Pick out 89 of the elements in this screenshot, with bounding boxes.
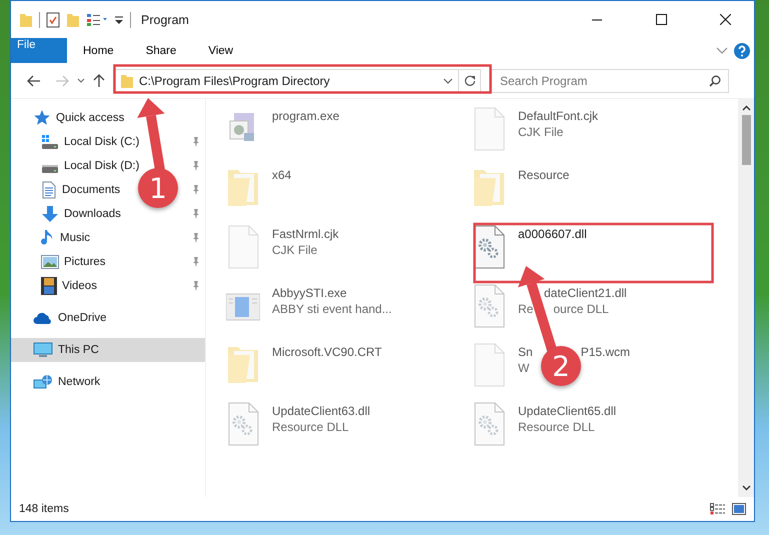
help-icon[interactable]: [734, 42, 750, 58]
view-options-icon[interactable]: [86, 12, 108, 26]
file-type[interactable]: Resource DLL: [518, 420, 595, 434]
pin-icon[interactable]: [191, 136, 201, 148]
gear-file-icon: [472, 284, 506, 328]
maximize-icon: [656, 14, 666, 25]
nav-item[interactable]: OneDrive: [11, 309, 107, 327]
nav-item[interactable]: This PC: [11, 338, 205, 362]
blank-file-icon: [472, 107, 506, 151]
up-arrow-icon: [93, 74, 105, 88]
pin-icon[interactable]: [191, 208, 201, 220]
file-type[interactable]: Resource DLL: [272, 420, 349, 434]
back-arrow-icon: [27, 74, 41, 86]
nav-item[interactable]: Videos: [11, 277, 97, 295]
nav-item[interactable]: Local Disk (C:): [11, 133, 140, 151]
drive-icon: [41, 134, 59, 150]
file-name[interactable]: UpdateClient63.dll: [272, 404, 370, 418]
ribbon-tab[interactable]: Home: [67, 38, 130, 63]
ribbon-tab[interactable]: View: [192, 38, 250, 63]
address-bar[interactable]: C:\Program Files\Program Directory: [113, 68, 481, 92]
pin-icon[interactable]: [191, 256, 201, 268]
document-icon: [41, 181, 57, 199]
file-type[interactable]: ource DLL: [553, 302, 609, 316]
nav-item[interactable]: Downloads: [11, 205, 121, 223]
item-count: 148 items: [19, 503, 69, 515]
file-type[interactable]: ABBY sti event hand...: [272, 302, 392, 316]
film-strip-icon: [41, 277, 57, 295]
properties-icon[interactable]: [46, 12, 60, 28]
file-name[interactable]: x64: [272, 168, 292, 182]
refresh-icon: [464, 74, 476, 86]
scroll-down-icon[interactable]: [742, 485, 750, 491]
close-icon: [720, 14, 730, 25]
file-name[interactable]: FastNrml.cjk: [272, 227, 339, 241]
landscape-icon: [41, 255, 59, 269]
address-path: C:\Program Files\Program Directory: [139, 74, 331, 88]
down-arrow-icon: [41, 205, 59, 223]
star-icon: [33, 109, 51, 127]
file-name[interactable]: a0006607.dll: [518, 227, 587, 241]
window-title: Program: [141, 12, 189, 26]
scroll-up-icon[interactable]: [742, 105, 750, 111]
details-view-icon[interactable]: [710, 503, 726, 515]
blank-file-icon: [472, 343, 506, 387]
customize-toolbar-icon[interactable]: [114, 14, 124, 26]
file-menu-button[interactable]: File: [11, 38, 67, 63]
file-type[interactable]: CJK File: [272, 243, 318, 257]
scroll-bar[interactable]: [738, 99, 754, 497]
file-type[interactable]: W: [518, 361, 530, 375]
search-icon: [709, 74, 721, 86]
gear-file-icon: [226, 402, 260, 446]
nav-item[interactable]: Local Disk (D:): [11, 157, 140, 175]
pin-icon[interactable]: [191, 160, 201, 172]
file-type[interactable]: Re: [518, 302, 534, 316]
file-name[interactable]: Sn: [518, 345, 533, 359]
search-field[interactable]: Search Program: [491, 68, 729, 92]
nav-item[interactable]: Music: [11, 229, 90, 247]
drive-icon: [41, 165, 59, 173]
caret-icon: [77, 78, 85, 84]
file-name[interactable]: program.exe: [272, 109, 340, 123]
file-name[interactable]: AbbyySTI.exe: [272, 286, 347, 300]
large-icons-view-icon[interactable]: [732, 503, 746, 515]
nav-item[interactable]: Pictures: [11, 253, 106, 271]
file-name[interactable]: dateClient21.dll: [544, 286, 627, 300]
folder-icon[interactable]: [19, 12, 33, 28]
cloud-icon: [33, 312, 53, 324]
dropdown-icon[interactable]: [443, 78, 453, 84]
minimize-icon: [592, 18, 602, 20]
file-type[interactable]: CJK File: [518, 125, 564, 139]
file-name[interactable]: UpdateClient65.dll: [518, 404, 616, 418]
file-name[interactable]: Microsoft.VC90.CRT: [272, 345, 382, 359]
music-note-icon: [41, 229, 55, 247]
pin-icon[interactable]: [191, 280, 201, 292]
file-name[interactable]: P15.wcm: [580, 345, 630, 359]
monitor-icon: [33, 342, 53, 358]
scroll-thumb[interactable]: [742, 115, 750, 165]
nav-item[interactable]: Quick access: [11, 109, 124, 127]
nav-item[interactable]: Network: [11, 373, 100, 391]
network-icon: [33, 374, 53, 390]
folder-icon: [120, 72, 134, 88]
ribbon-tab[interactable]: Share: [130, 38, 192, 63]
expand-ribbon-icon[interactable]: [716, 46, 728, 54]
pin-icon[interactable]: [191, 232, 201, 244]
gear-file-icon: [472, 402, 506, 446]
new-folder-icon[interactable]: [66, 12, 80, 28]
file-name[interactable]: Resource: [518, 168, 570, 182]
file-name[interactable]: DefaultFont.cjk: [518, 109, 598, 123]
blank-file-icon: [226, 225, 260, 269]
forward-arrow-icon: [55, 74, 69, 86]
pin-icon[interactable]: [191, 184, 201, 196]
nav-item[interactable]: Documents: [11, 181, 120, 199]
